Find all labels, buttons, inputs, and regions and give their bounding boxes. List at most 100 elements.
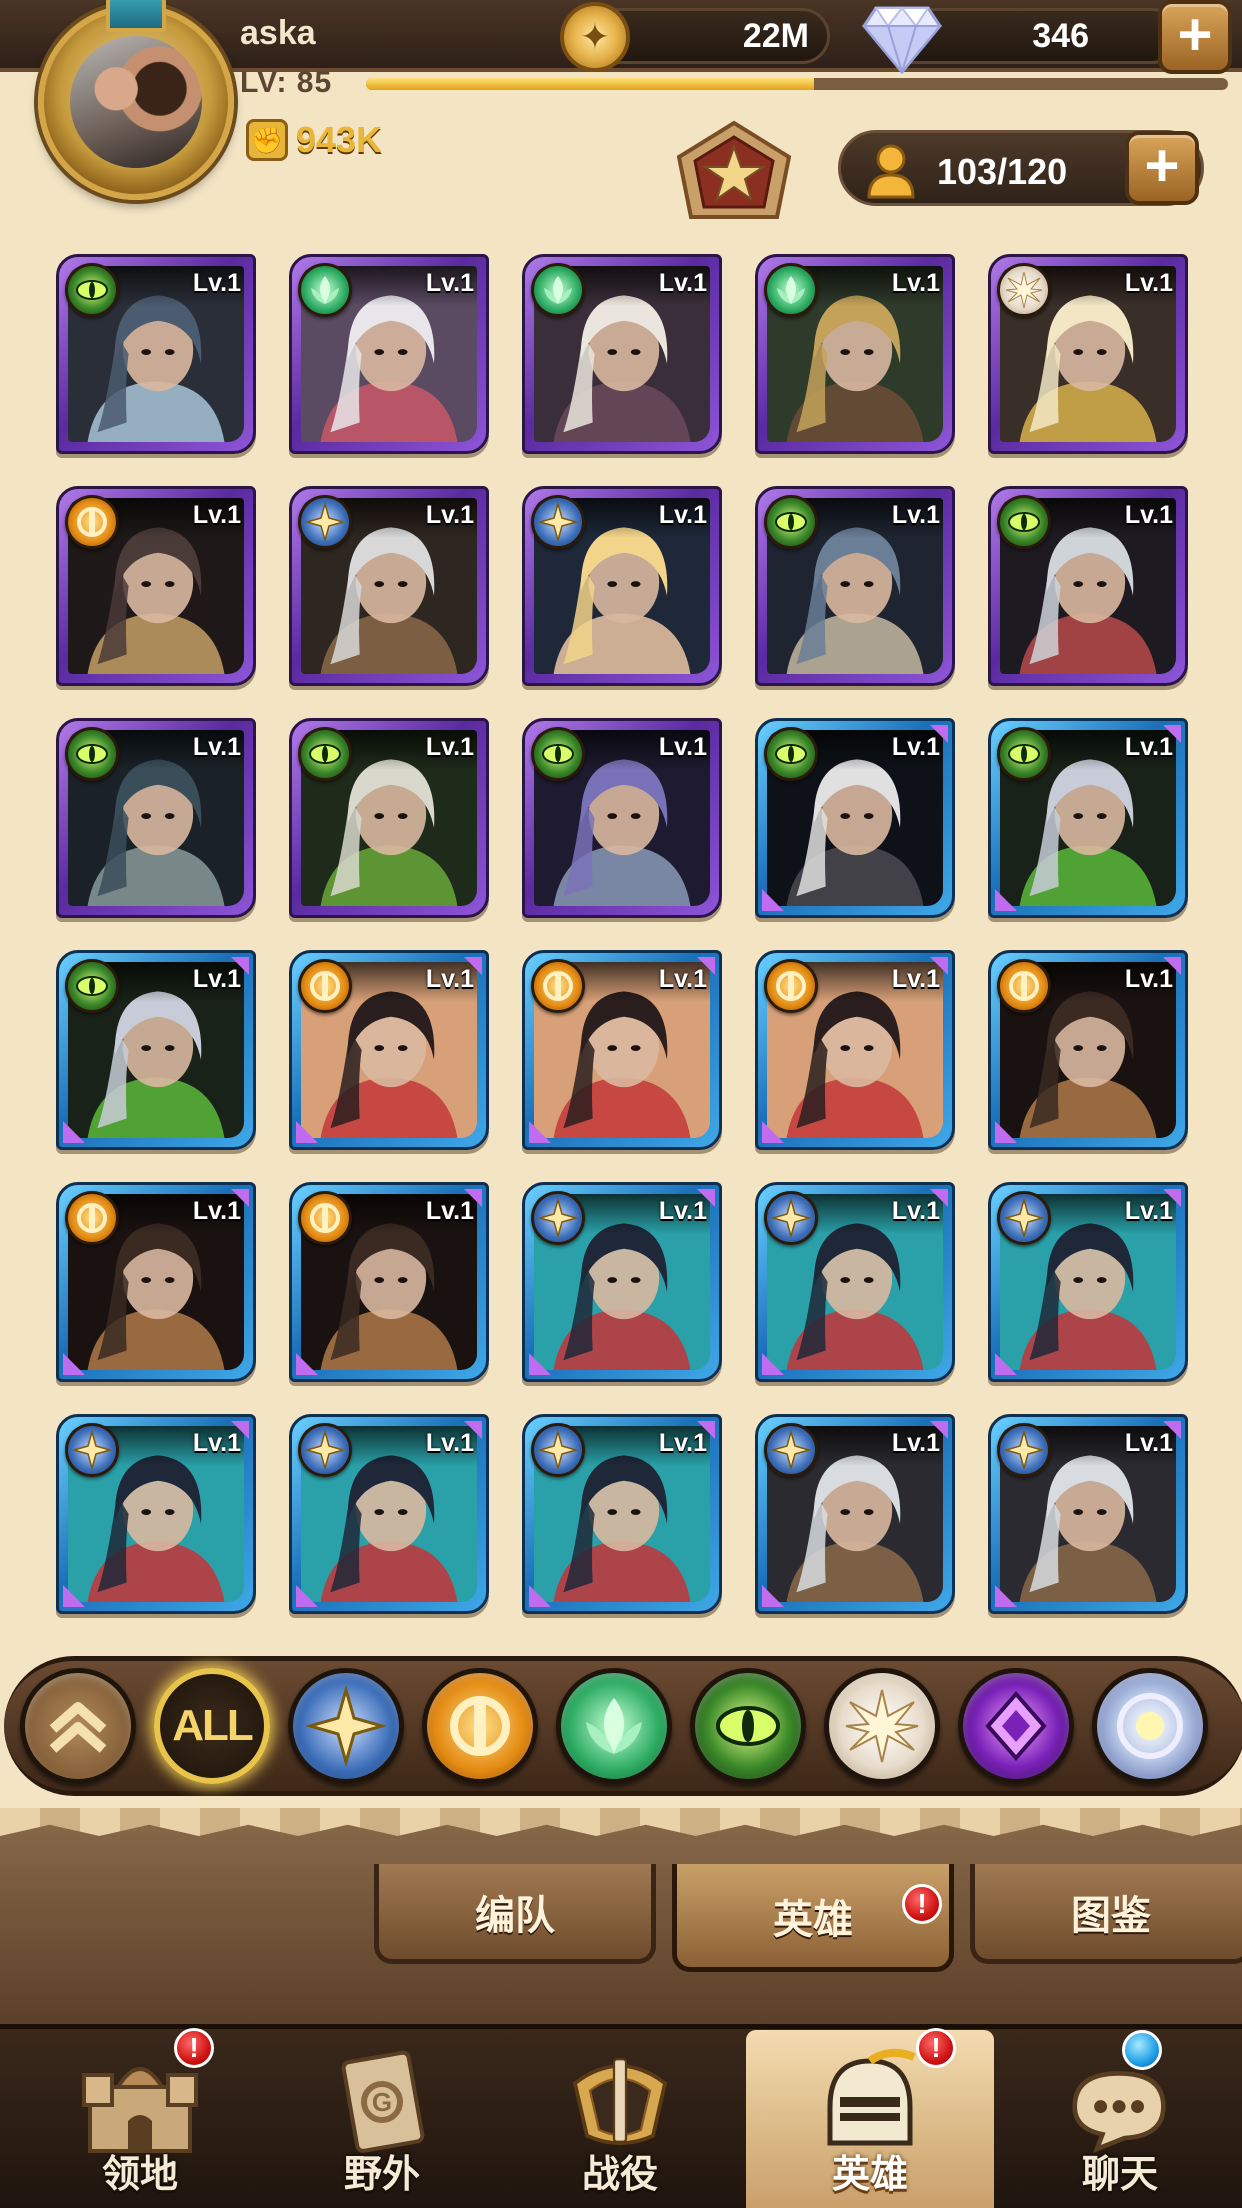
- hero-card[interactable]: Lv.1: [56, 718, 256, 918]
- graveborn-faction-icon: [65, 263, 119, 317]
- hero-card[interactable]: Lv.1: [522, 254, 722, 454]
- person-icon: [863, 143, 919, 199]
- rarity-corner-gem: [995, 1585, 1017, 1607]
- hero-card[interactable]: Lv.1: [988, 254, 1188, 454]
- hero-card[interactable]: Lv.1: [522, 1182, 722, 1382]
- rarity-corner-gem: [930, 1421, 948, 1439]
- lightbearer-faction-icon: [531, 1191, 585, 1245]
- nav-chat[interactable]: 聊天: [1000, 2030, 1240, 2208]
- hero-card[interactable]: Lv.1: [755, 718, 955, 918]
- avatar-crest: [106, 0, 166, 32]
- hero-card[interactable]: Lv.1: [289, 718, 489, 918]
- graveborn-faction-icon: [997, 495, 1051, 549]
- graveborn-faction-icon: [997, 727, 1051, 781]
- rarity-corner-gem: [697, 957, 715, 975]
- wilder-faction-icon: [531, 263, 585, 317]
- hero-card[interactable]: Lv.1: [755, 1414, 955, 1614]
- graveborn-faction-icon: [764, 495, 818, 549]
- filter-mauler-button[interactable]: [422, 1668, 538, 1784]
- lightbearer-faction-icon: [531, 1423, 585, 1477]
- hero-card[interactable]: Lv.1: [988, 718, 1188, 918]
- hero-card[interactable]: Lv.1: [755, 1182, 955, 1382]
- hero-card[interactable]: Lv.1: [289, 1182, 489, 1382]
- filter-lightbearer-button[interactable]: [288, 1668, 404, 1784]
- hero-level: Lv.1: [658, 733, 707, 761]
- hero-card[interactable]: Lv.1: [56, 1414, 256, 1614]
- hypogean-faction-icon: [976, 1686, 1056, 1766]
- tab-formation-label: 编队: [475, 1893, 555, 1938]
- hero-card[interactable]: Lv.1: [522, 950, 722, 1150]
- hero-level: Lv.1: [192, 269, 241, 297]
- rarity-corner-gem: [529, 1585, 551, 1607]
- nav-heroes[interactable]: 英雄: [746, 2030, 994, 2208]
- hero-card[interactable]: Lv.1: [988, 1182, 1188, 1382]
- rarity-corner-gem: [1163, 725, 1181, 743]
- rarity-corner-gem: [930, 1189, 948, 1207]
- filter-celestial-button[interactable]: [824, 1668, 940, 1784]
- hero-card[interactable]: Lv.1: [755, 254, 955, 454]
- hero-card[interactable]: Lv.1: [56, 486, 256, 686]
- hero-card[interactable]: Lv.1: [56, 950, 256, 1150]
- crossed-swords-emblem-icon: [676, 120, 792, 219]
- tab-formation[interactable]: 编队: [374, 1864, 656, 1964]
- hero-card[interactable]: Lv.1: [289, 486, 489, 686]
- expand-capacity-button[interactable]: +: [1125, 131, 1199, 205]
- collapse-filter-button[interactable]: [20, 1668, 136, 1784]
- hero-card[interactable]: Lv.1: [289, 1414, 489, 1614]
- graveborn-faction-icon: [708, 1686, 788, 1766]
- hero-card[interactable]: Lv.1: [988, 950, 1188, 1150]
- hero-card[interactable]: Lv.1: [522, 718, 722, 918]
- wilder-faction-icon: [764, 263, 818, 317]
- hero-card[interactable]: Lv.1: [56, 254, 256, 454]
- hero-capacity: 103/120 +: [838, 130, 1204, 206]
- filter-wilder-button[interactable]: [556, 1668, 672, 1784]
- filter-graveborn-button[interactable]: [690, 1668, 806, 1784]
- add-gems-button[interactable]: +: [1158, 0, 1232, 74]
- hero-card[interactable]: Lv.1: [522, 1414, 722, 1614]
- rarity-corner-gem: [296, 1585, 318, 1607]
- filter-all-button[interactable]: ALL: [154, 1668, 270, 1784]
- formation-emblem-button[interactable]: [664, 112, 804, 232]
- gold-coin-icon: ✦: [560, 2, 630, 72]
- rarity-corner-gem: [63, 1353, 85, 1375]
- gold-value: 22M: [742, 16, 809, 55]
- lightbearer-faction-icon: [997, 1423, 1051, 1477]
- nav-chat-label: 聊天: [1081, 2154, 1158, 2196]
- double-chevron-up-icon: [49, 1702, 107, 1753]
- rarity-corner-gem: [231, 1189, 249, 1207]
- hero-card[interactable]: Lv.1: [289, 254, 489, 454]
- sword-shield-icon: [560, 2047, 680, 2157]
- helmet-icon: [810, 2047, 930, 2157]
- hero-grid: Lv.1 Lv.1 Lv.1 Lv.1 Lv.1 Lv.1 Lv.1 Lv.1 Lv.1 Lv.1…: [56, 254, 1192, 1614]
- lightbearer-faction-icon: [764, 1191, 818, 1245]
- mauler-faction-icon: [298, 1191, 352, 1245]
- scroll-map-icon: G: [322, 2047, 442, 2157]
- hero-card[interactable]: Lv.1: [522, 486, 722, 686]
- rarity-corner-gem: [296, 1121, 318, 1143]
- nav-wilderness[interactable]: G 野外: [262, 2030, 502, 2208]
- tab-codex-label: 图鉴: [1071, 1893, 1151, 1938]
- nav-campaign-label: 战役: [581, 2154, 658, 2196]
- xp-bar-fill: [366, 78, 815, 90]
- player-level: LV: 85: [240, 66, 333, 99]
- hero-level: Lv.1: [425, 501, 474, 529]
- hero-level: Lv.1: [1124, 501, 1173, 529]
- tab-heroes-alert-badge: !: [902, 1884, 942, 1924]
- nav-campaign[interactable]: 战役: [500, 2030, 740, 2208]
- rarity-corner-gem: [995, 1353, 1017, 1375]
- hero-card[interactable]: Lv.1: [988, 1414, 1188, 1614]
- filter-dimensional-button[interactable]: [1092, 1668, 1208, 1784]
- combat-power-value: 943K: [296, 119, 383, 160]
- tab-codex[interactable]: 图鉴: [970, 1864, 1242, 1964]
- nav-territory[interactable]: 领地: [20, 2030, 260, 2208]
- rarity-corner-gem: [529, 1121, 551, 1143]
- hero-card[interactable]: Lv.1: [755, 950, 955, 1150]
- filter-hypogean-button[interactable]: [958, 1668, 1074, 1784]
- hero-card[interactable]: Lv.1: [289, 950, 489, 1150]
- hero-card[interactable]: Lv.1: [755, 486, 955, 686]
- nav-heroes-alert-badge: !: [916, 2028, 956, 2068]
- hero-card[interactable]: Lv.1: [988, 486, 1188, 686]
- player-avatar[interactable]: [38, 0, 234, 200]
- hero-card[interactable]: Lv.1: [56, 1182, 256, 1382]
- hero-level: Lv.1: [658, 501, 707, 529]
